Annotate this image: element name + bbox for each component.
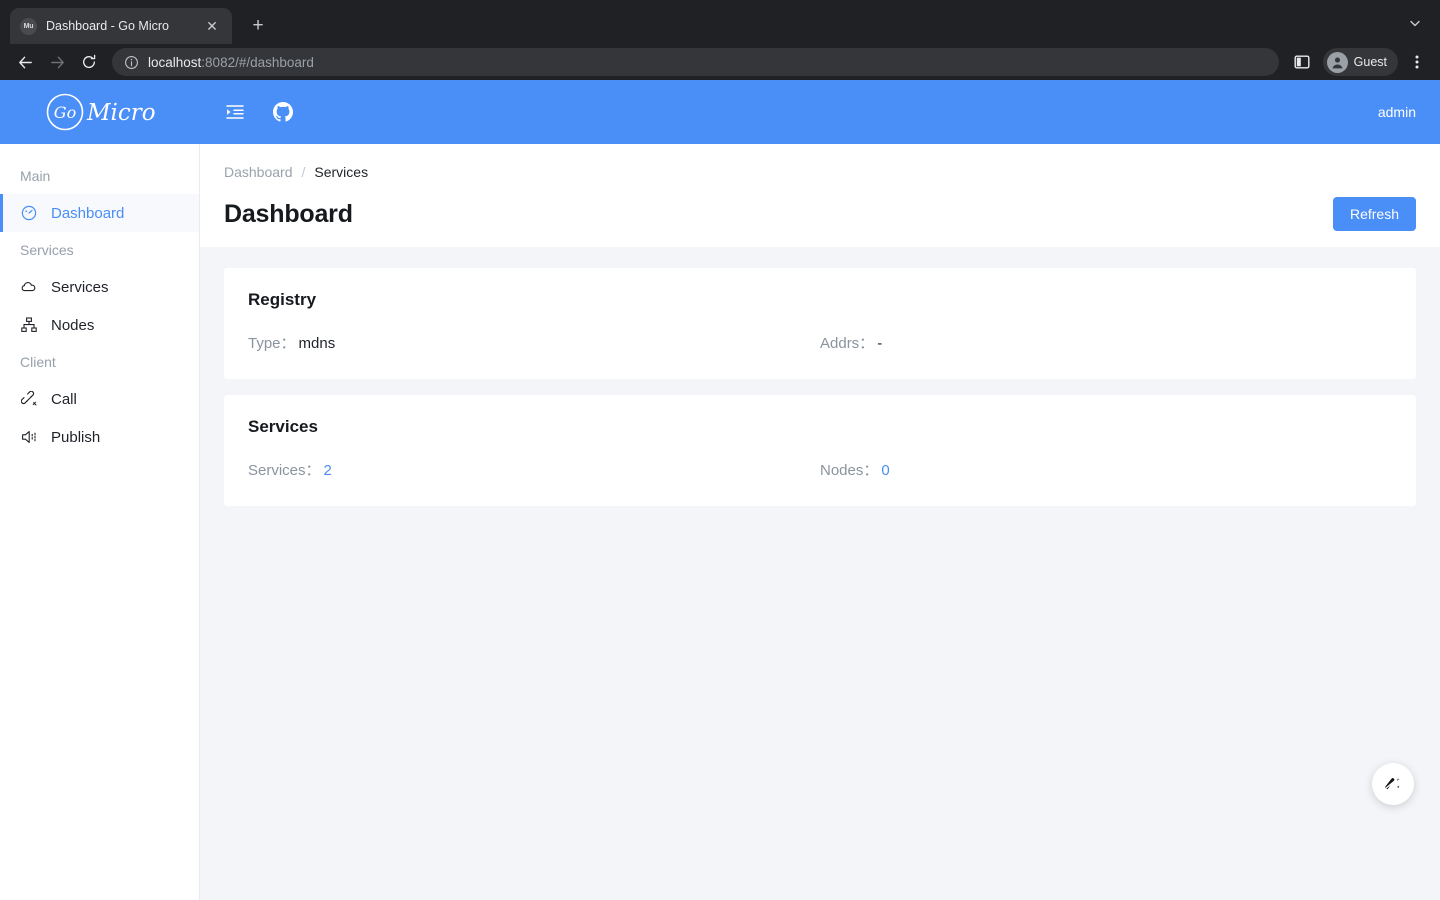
profile-name: Guest: [1353, 55, 1387, 69]
card-title: Registry: [248, 290, 317, 309]
reload-icon[interactable]: [74, 47, 104, 77]
sidebar: Main Dashboard Services Services Nodes C…: [0, 144, 200, 900]
main-area: Dashboard / Services Dashboard Refresh R…: [200, 144, 1440, 900]
dashboard-content: Registry Type： mdns Addrs： - Services Se…: [200, 247, 1440, 900]
sidebar-item-nodes[interactable]: Nodes: [0, 306, 199, 344]
sidebar-group-client: Client: [20, 354, 56, 370]
app-header-actions: [200, 101, 294, 123]
address-bar[interactable]: localhost:8082/#/dashboard: [112, 48, 1279, 76]
tab-title: Dashboard - Go Micro: [46, 19, 169, 33]
services-card: Services Services： 2 Nodes： 0: [224, 395, 1416, 506]
field-value[interactable]: 2: [324, 462, 332, 479]
address-bar-url: localhost:8082/#/dashboard: [148, 55, 314, 70]
svg-text:Go: Go: [54, 103, 76, 122]
url-path: :8082/#/dashboard: [201, 54, 314, 70]
dashboard-gauge-icon: [20, 205, 37, 222]
field-label: Nodes：: [820, 462, 879, 479]
page-title: Dashboard: [224, 199, 353, 228]
tab-favicon: Mu: [20, 17, 37, 35]
field-value: mdns: [298, 335, 336, 352]
new-tab-button[interactable]: +: [244, 12, 272, 40]
info-circle-icon[interactable]: [124, 55, 139, 70]
sidebar-item-dashboard[interactable]: Dashboard: [0, 194, 199, 232]
refresh-button[interactable]: Refresh: [1332, 197, 1416, 231]
field-services: Services： 2: [248, 459, 820, 480]
sidebar-group-services: Services: [20, 242, 74, 258]
cloud-icon: [20, 279, 37, 296]
sidebar-item-label: Call: [51, 390, 77, 408]
field-addrs: Addrs： -: [820, 332, 1392, 353]
sidebar-item-label: Nodes: [51, 316, 95, 334]
card-title: Services: [248, 417, 318, 436]
browser-chrome: Mu Dashboard - Go Micro ✕ + localhost:80…: [0, 0, 1440, 80]
kebab-menu-icon[interactable]: [1404, 49, 1430, 75]
field-label: Addrs：: [820, 335, 875, 352]
api-link-icon: [20, 391, 37, 408]
field-type: Type： mdns: [248, 332, 820, 353]
field-label: Type：: [248, 335, 296, 352]
menu-fold-icon[interactable]: [224, 101, 246, 123]
go-micro-app: Go Micro admin Main Dashboard Services S…: [0, 80, 1440, 900]
field-label: Services：: [248, 462, 321, 479]
sidebar-item-publish[interactable]: Publish: [0, 418, 199, 456]
sidebar-item-label: Publish: [51, 428, 101, 446]
close-icon[interactable]: ✕: [202, 16, 222, 36]
field-value[interactable]: 0: [881, 462, 889, 479]
url-host: localhost: [148, 54, 202, 70]
github-icon[interactable]: [272, 101, 294, 123]
sound-icon: [20, 429, 37, 446]
field-nodes: Nodes： 0: [820, 459, 1392, 480]
registry-card: Registry Type： mdns Addrs： -: [224, 268, 1416, 379]
header-username[interactable]: admin: [1378, 104, 1416, 120]
side-panel-icon[interactable]: [1289, 49, 1315, 75]
back-icon[interactable]: [10, 47, 40, 77]
browser-tab[interactable]: Mu Dashboard - Go Micro ✕: [10, 8, 232, 44]
breadcrumb-separator: /: [301, 164, 306, 180]
page-header-row: Dashboard Refresh: [224, 197, 1416, 231]
sidebar-item-label: Dashboard: [51, 204, 125, 222]
cluster-icon: [20, 317, 37, 334]
app-header: Go Micro admin: [0, 80, 1440, 144]
go-micro-logo-icon: Go Micro: [46, 93, 156, 131]
avatar: [1326, 51, 1348, 73]
app-body: Main Dashboard Services Services Nodes C…: [0, 144, 1440, 900]
profile-chip[interactable]: Guest: [1322, 48, 1398, 76]
page-header: Dashboard / Services Dashboard Refresh: [200, 144, 1440, 247]
brand-logo[interactable]: Go Micro: [0, 92, 200, 132]
forward-icon[interactable]: [42, 47, 72, 77]
sidebar-group-main: Main: [20, 168, 51, 184]
services-fields: Services： 2 Nodes： 0: [248, 459, 1392, 480]
sidebar-item-call[interactable]: Call: [0, 380, 199, 418]
sidebar-item-services[interactable]: Services: [0, 268, 199, 306]
breadcrumb: Dashboard / Services: [224, 164, 1416, 180]
field-value: -: [877, 335, 883, 352]
registry-fields: Type： mdns Addrs： -: [248, 332, 1392, 353]
magic-wand-fab[interactable]: [1372, 763, 1414, 805]
tab-strip: Mu Dashboard - Go Micro ✕ +: [0, 0, 1440, 44]
svg-text:Micro: Micro: [86, 100, 156, 126]
chevron-down-icon[interactable]: [1404, 12, 1426, 34]
breadcrumb-parent[interactable]: Dashboard: [224, 164, 293, 180]
breadcrumb-current: Services: [314, 164, 369, 180]
magic-wand-icon: [1384, 775, 1401, 790]
browser-toolbar: localhost:8082/#/dashboard Guest: [0, 44, 1440, 80]
sidebar-item-label: Services: [51, 278, 109, 296]
